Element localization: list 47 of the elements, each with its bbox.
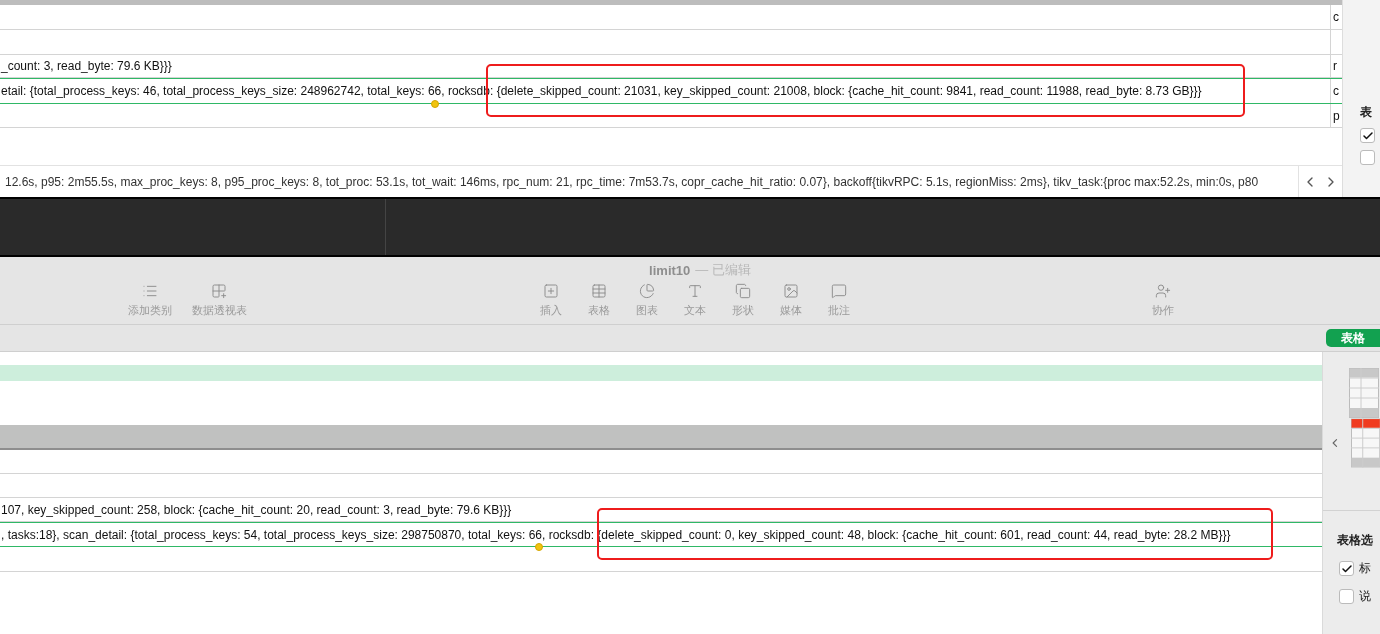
shapes-icon [735, 283, 751, 299]
user-plus-icon [1155, 283, 1171, 299]
table-row[interactable] [0, 522, 1322, 547]
plus-square-icon [543, 283, 559, 299]
toolbar-button[interactable]: 协作 [1139, 283, 1187, 318]
toolbar-button[interactable]: 数据透视表 [186, 283, 252, 318]
query-detail-text: 12.6s, p95: 2m55.5s, max_proc_keys: 8, p95_proc_keys: 8, tot_proc: 53.1s, tot_wait: 146ms, rpc_num: 21, rpc_time: 7m53.7s, copr_cache_hit_ratio: 0.07}, backoff{tikvRPC: 5.1s, regionMiss: 2ms}, tikv_task:{proc max:52.2s, min:0s, p80 [5, 174, 1259, 189]
option-label: 标 [1359, 560, 1371, 577]
image-icon [783, 283, 799, 299]
table-row[interactable]: _count: 3, read_byte: 79.6 KB}}} r [0, 55, 1342, 78]
table-row[interactable] [0, 78, 1342, 104]
section-heading: 表格选 [1336, 532, 1374, 549]
pie-chart-icon [639, 283, 655, 299]
table-style-icon[interactable] [1350, 418, 1380, 468]
table-cell: p [1333, 108, 1340, 123]
table-cell: r [1333, 59, 1337, 73]
toolbar-button[interactable]: 图表 [623, 283, 671, 318]
section-heading: 表 [1360, 104, 1373, 121]
table-cell: , tasks:18}, scan_detail: {total_process_keys: 54, total_process_keys_size: 298750870, total_keys: 66, rocksdb: {delete_skipped_count: 0, key_skipped_count: 48, block: {cache_hit_count: 601, read_count: 44, read_byte: 28.2 MB}}} [1, 527, 1231, 542]
toolbar-button[interactable]: 添加类别 [120, 283, 180, 318]
text-icon [687, 283, 703, 299]
format-tab[interactable]: 表格 [1326, 329, 1380, 347]
table-row[interactable]: p [0, 104, 1342, 128]
window-title: limit10 [649, 262, 691, 278]
table-icon [591, 283, 607, 299]
checkbox[interactable] [1360, 150, 1375, 165]
checkbox[interactable] [1360, 128, 1375, 143]
table-cell: _count: 3, read_byte: 79.6 KB}}} [1, 59, 172, 73]
comment-icon [831, 283, 847, 299]
table-cell: c [1333, 84, 1339, 98]
toolbar-button[interactable]: 批注 [815, 283, 863, 318]
table-row[interactable]: 107, key_skipped_count: 258, block: {cache_hit_count: 20, read_count: 3, read_byte: 79.6 KB}}} [0, 498, 1322, 522]
grid-icon [211, 283, 227, 299]
checkbox[interactable] [1339, 561, 1354, 576]
checkbox[interactable] [1339, 589, 1354, 604]
resize-handle-icon[interactable] [431, 100, 439, 108]
table-cell: 107, key_skipped_count: 258, block: {cache_hit_count: 20, read_count: 3, read_byte: 79.6 KB}}} [1, 502, 512, 517]
option-label: 说 [1359, 588, 1371, 605]
toolbar-button[interactable]: 插入 [527, 283, 575, 318]
toolbar-button[interactable]: 媒体 [767, 283, 815, 318]
toolbar-button[interactable]: 文本 [671, 283, 719, 318]
resize-handle-icon[interactable] [535, 543, 543, 551]
table-row[interactable]: c [0, 5, 1342, 30]
table-cell: c [1333, 10, 1339, 24]
list-icon [142, 283, 158, 299]
toolbar-button[interactable]: 表格 [575, 283, 623, 318]
toolbar-button[interactable]: 形状 [719, 283, 767, 318]
